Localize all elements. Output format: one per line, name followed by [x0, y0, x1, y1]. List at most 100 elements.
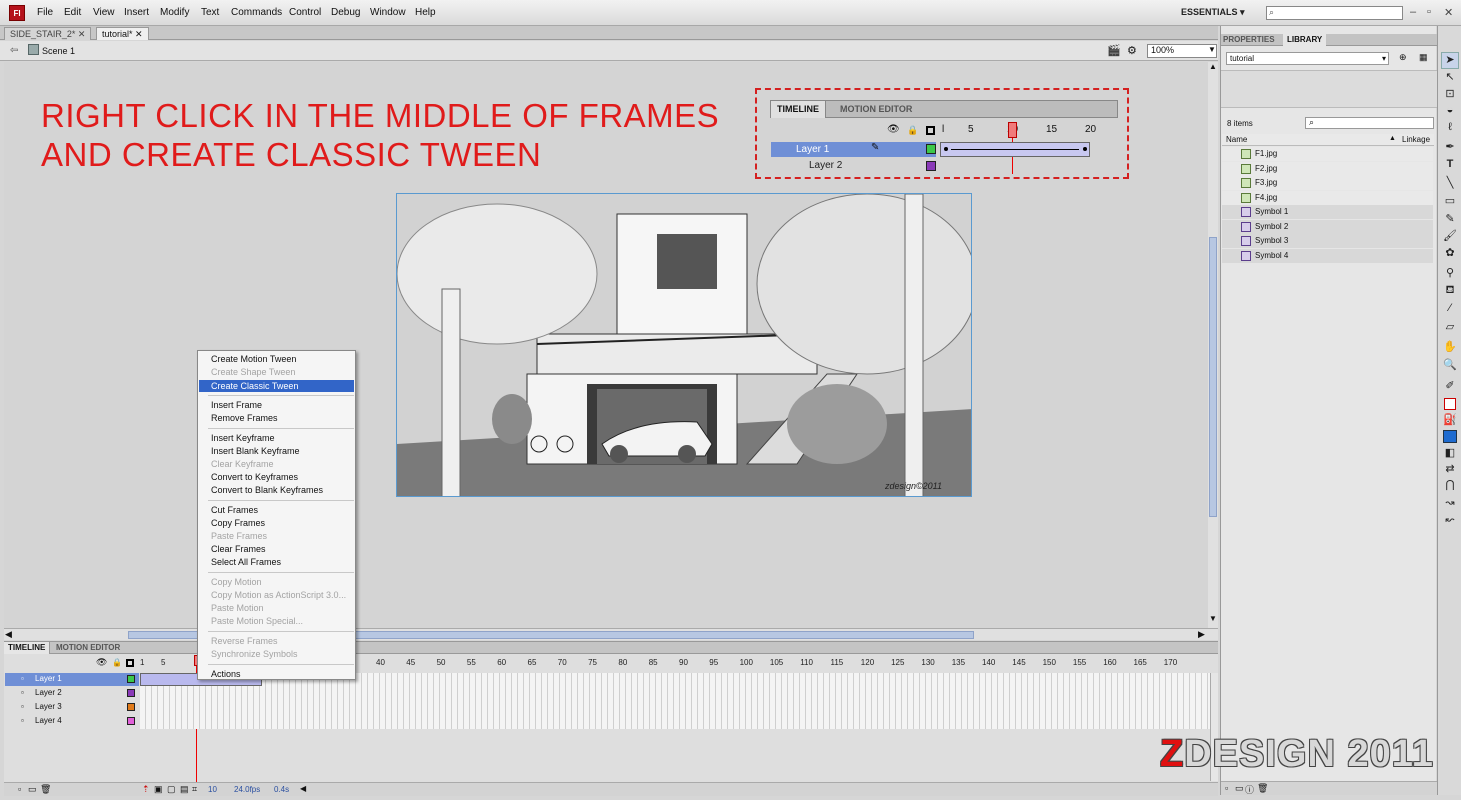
- library-search-input[interactable]: ⌕: [1305, 117, 1434, 129]
- current-frame[interactable]: 10: [208, 785, 217, 794]
- help-search-input[interactable]: ⌕: [1266, 6, 1403, 20]
- workspace-switcher[interactable]: ESSENTIALS ▾: [1181, 7, 1245, 18]
- bone-tool-icon[interactable]: ⚲: [1441, 266, 1459, 283]
- context-item-select-all-frames[interactable]: Select All Frames: [211, 557, 281, 567]
- tab-motion-editor[interactable]: MOTION EDITOR: [56, 643, 120, 652]
- restore-button[interactable]: ▫: [1427, 6, 1431, 18]
- layer-row[interactable]: ▫ Layer 1: [5, 673, 139, 686]
- tab-properties[interactable]: PROPERTIES: [1223, 35, 1275, 44]
- scroll-right-icon[interactable]: ▶: [1198, 629, 1205, 640]
- hand-tool-icon[interactable]: ✋: [1441, 340, 1459, 357]
- back-arrow-icon[interactable]: ⇦: [10, 45, 18, 56]
- menu-file[interactable]: File: [37, 7, 53, 18]
- context-item-copy-frames[interactable]: Copy Frames: [211, 518, 265, 528]
- menu-help[interactable]: Help: [415, 7, 436, 18]
- stage-bitmap-house[interactable]: zdesign©2011: [396, 193, 972, 497]
- paint-bucket-tool-icon[interactable]: ⛾: [1441, 284, 1459, 301]
- eyedropper-tool-icon[interactable]: ⁄: [1441, 302, 1459, 319]
- inset-tab-timeline[interactable]: TIMELINE: [771, 101, 826, 118]
- new-symbol-icon[interactable]: ▫: [1225, 783, 1228, 793]
- layer-row[interactable]: ▫ Layer 4: [5, 715, 139, 728]
- layer-row[interactable]: ▫ Layer 3: [5, 701, 139, 714]
- straighten-icon[interactable]: ↜: [1441, 513, 1459, 530]
- new-library-icon[interactable]: ▦: [1419, 52, 1428, 63]
- eye-icon[interactable]: 👁: [96, 657, 107, 668]
- edit-scene-icon[interactable]: 🎬: [1107, 44, 1121, 57]
- layer-name[interactable]: Layer 3: [35, 702, 62, 711]
- lasso-tool-icon[interactable]: ℓ: [1441, 121, 1459, 138]
- menu-commands[interactable]: Commands: [231, 7, 282, 18]
- layer-color-swatch[interactable]: [926, 144, 936, 154]
- outline-icon[interactable]: [126, 659, 134, 667]
- library-item[interactable]: F1.jpg: [1222, 147, 1433, 161]
- trash-icon[interactable]: 🗑: [1257, 783, 1268, 794]
- menu-modify[interactable]: Modify: [160, 7, 189, 18]
- column-linkage[interactable]: Linkage: [1402, 135, 1430, 144]
- inset-tab-motion-editor[interactable]: MOTION EDITOR: [840, 104, 912, 114]
- scroll-left-icon[interactable]: ◀: [300, 784, 306, 793]
- layer-row[interactable]: ▫ Layer 2: [5, 687, 139, 700]
- context-item-clear-frames[interactable]: Clear Frames: [211, 544, 266, 554]
- eraser-tool-icon[interactable]: ▱: [1441, 320, 1459, 337]
- tab-library[interactable]: LIBRARY: [1283, 34, 1327, 46]
- snap-to-objects-icon[interactable]: ⋂: [1441, 478, 1459, 495]
- stage-vertical-scrollbar[interactable]: ▲ ▼: [1208, 62, 1218, 628]
- brush-tool-icon[interactable]: 🖌: [1441, 229, 1459, 246]
- lock-icon[interactable]: 🔒: [112, 658, 122, 667]
- sort-icon[interactable]: ▲: [1389, 135, 1396, 142]
- menu-view[interactable]: View: [93, 7, 115, 18]
- smooth-icon[interactable]: ↝: [1441, 496, 1459, 513]
- pencil-tool-icon[interactable]: ✎: [1441, 212, 1459, 229]
- new-folder-icon[interactable]: ▭: [1235, 783, 1244, 794]
- menu-text[interactable]: Text: [201, 7, 219, 18]
- minimize-button[interactable]: –: [1410, 6, 1416, 18]
- layer-name[interactable]: Layer 2: [35, 688, 62, 697]
- eye-icon[interactable]: 👁: [887, 124, 900, 135]
- close-icon[interactable]: ✕: [135, 29, 143, 39]
- swap-colors-icon[interactable]: ⇄: [1441, 462, 1459, 479]
- inset-playhead[interactable]: [1008, 122, 1017, 138]
- library-item[interactable]: Symbol 2: [1222, 219, 1433, 234]
- trash-icon[interactable]: 🗑: [40, 784, 51, 795]
- fill-color-swatch[interactable]: [1443, 430, 1457, 443]
- context-item-convert-to-keyframes[interactable]: Convert to Keyframes: [211, 472, 298, 482]
- scroll-left-icon[interactable]: ◀: [5, 629, 12, 640]
- library-item[interactable]: Symbol 4: [1222, 248, 1433, 263]
- text-tool-icon[interactable]: T: [1441, 158, 1459, 175]
- center-frame-icon[interactable]: ⇡: [142, 784, 150, 795]
- library-item[interactable]: F3.jpg: [1222, 176, 1433, 190]
- zoom-select[interactable]: 100%: [1147, 44, 1217, 58]
- menu-window[interactable]: Window: [370, 7, 406, 18]
- layer-color-swatch[interactable]: [926, 161, 936, 171]
- scene-label[interactable]: Scene 1: [42, 46, 75, 56]
- frame-grid[interactable]: [140, 673, 1210, 729]
- layer-color-swatch[interactable]: [127, 675, 135, 683]
- close-button[interactable]: ✕: [1444, 6, 1453, 19]
- lock-icon[interactable]: 🔒: [907, 125, 918, 136]
- inset-layer-2-row[interactable]: Layer 2: [771, 159, 936, 173]
- menu-insert[interactable]: Insert: [124, 7, 149, 18]
- default-colors-icon[interactable]: ◧: [1441, 446, 1459, 463]
- scroll-thumb[interactable]: [1209, 237, 1217, 517]
- library-item[interactable]: F4.jpg: [1222, 190, 1433, 205]
- subselection-tool-icon[interactable]: ↖: [1441, 70, 1459, 87]
- free-transform-tool-icon[interactable]: ⊡: [1441, 87, 1459, 104]
- line-tool-icon[interactable]: ╲: [1441, 176, 1459, 193]
- fill-color-icon[interactable]: ⛽: [1441, 413, 1459, 430]
- properties-icon[interactable]: ⓘ: [1245, 783, 1254, 796]
- stroke-color-icon[interactable]: ✐: [1441, 379, 1459, 396]
- stage-horizontal-scrollbar[interactable]: ◀ ▶: [4, 628, 1218, 640]
- frame-rate[interactable]: 24.0fps: [234, 785, 260, 794]
- menu-edit[interactable]: Edit: [64, 7, 81, 18]
- close-icon[interactable]: ✕: [78, 29, 86, 39]
- rectangle-tool-icon[interactable]: ▭: [1441, 194, 1459, 211]
- tab-timeline[interactable]: TIMELINE: [4, 642, 51, 654]
- modify-markers-icon[interactable]: ⌗: [192, 784, 197, 795]
- layer-color-swatch[interactable]: [127, 689, 135, 697]
- layer-color-swatch[interactable]: [127, 703, 135, 711]
- onion-skin-icon[interactable]: ▣: [154, 784, 163, 795]
- edit-multiple-icon[interactable]: ▤: [180, 784, 189, 795]
- context-item-insert-frame[interactable]: Insert Frame: [211, 400, 262, 410]
- column-name[interactable]: Name: [1226, 135, 1247, 144]
- tab-side-stair[interactable]: SIDE_STAIR_2* ✕: [4, 27, 92, 40]
